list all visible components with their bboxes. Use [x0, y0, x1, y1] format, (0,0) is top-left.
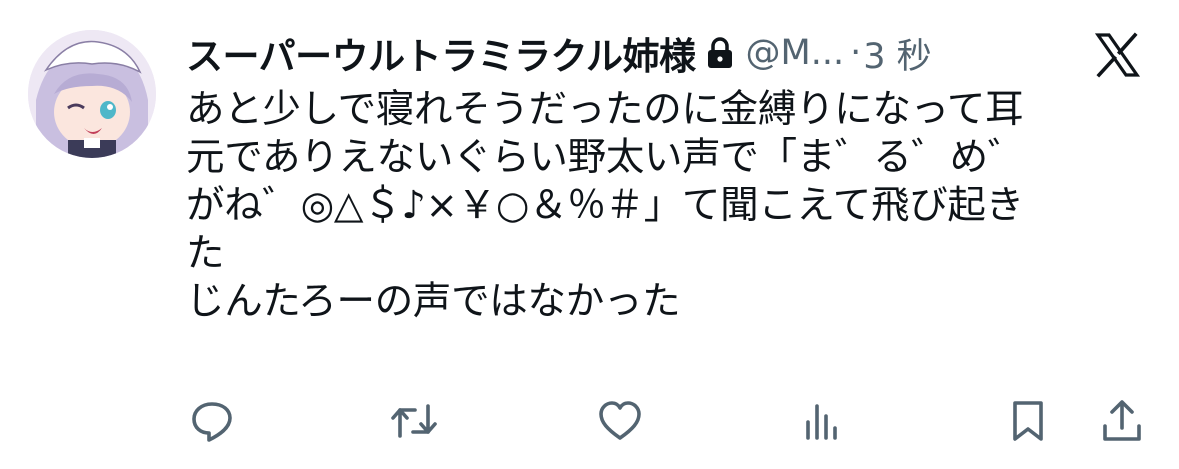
avatar-illustration: [28, 30, 156, 158]
tweet-text-line: がね゛◎△＄♪×￥○＆％＃」て聞こえて飛び起き: [186, 183, 1024, 228]
reply-icon: [192, 402, 232, 442]
tweet-text-line: じんたろーの声ではなかった: [186, 279, 681, 324]
share-button[interactable]: [1096, 395, 1148, 447]
like-icon: [599, 401, 641, 440]
tweet-text-line: あと少しで寝れそうだったのに金縛りになって耳: [186, 87, 1024, 132]
views-icon: [806, 404, 837, 440]
share-icon: [1103, 400, 1141, 441]
x-logo-icon[interactable]: [1092, 30, 1142, 80]
avatar[interactable]: [28, 30, 156, 158]
separator-dot: ·: [850, 33, 862, 73]
views-button[interactable]: [796, 395, 848, 447]
tweet-text: あと少しで寝れそうだったのに金縛りになって耳 元でありえないぐらい野太い声で「ま…: [186, 86, 1146, 326]
tweet-text-line: た: [186, 231, 225, 276]
display-name[interactable]: スーパーウルトラミラクル姉様: [186, 26, 696, 80]
action-bar: [0, 395, 1179, 451]
lock-icon: [706, 35, 734, 71]
tweet-text-line: 元でありえないぐらい野太い声で「ま゛る゛め゛: [186, 135, 1027, 180]
like-button[interactable]: [594, 395, 646, 447]
repost-button[interactable]: [388, 395, 440, 447]
timestamp[interactable]: 3 秒: [863, 28, 931, 79]
bookmark-icon: [1013, 401, 1043, 441]
reply-button[interactable]: [186, 395, 238, 447]
repost-icon: [391, 404, 437, 438]
user-handle[interactable]: @M...: [746, 33, 845, 73]
bookmark-button[interactable]: [1002, 395, 1054, 447]
tweet-header: スーパーウルトラミラクル姉様 @M... · 3 秒: [186, 28, 932, 78]
